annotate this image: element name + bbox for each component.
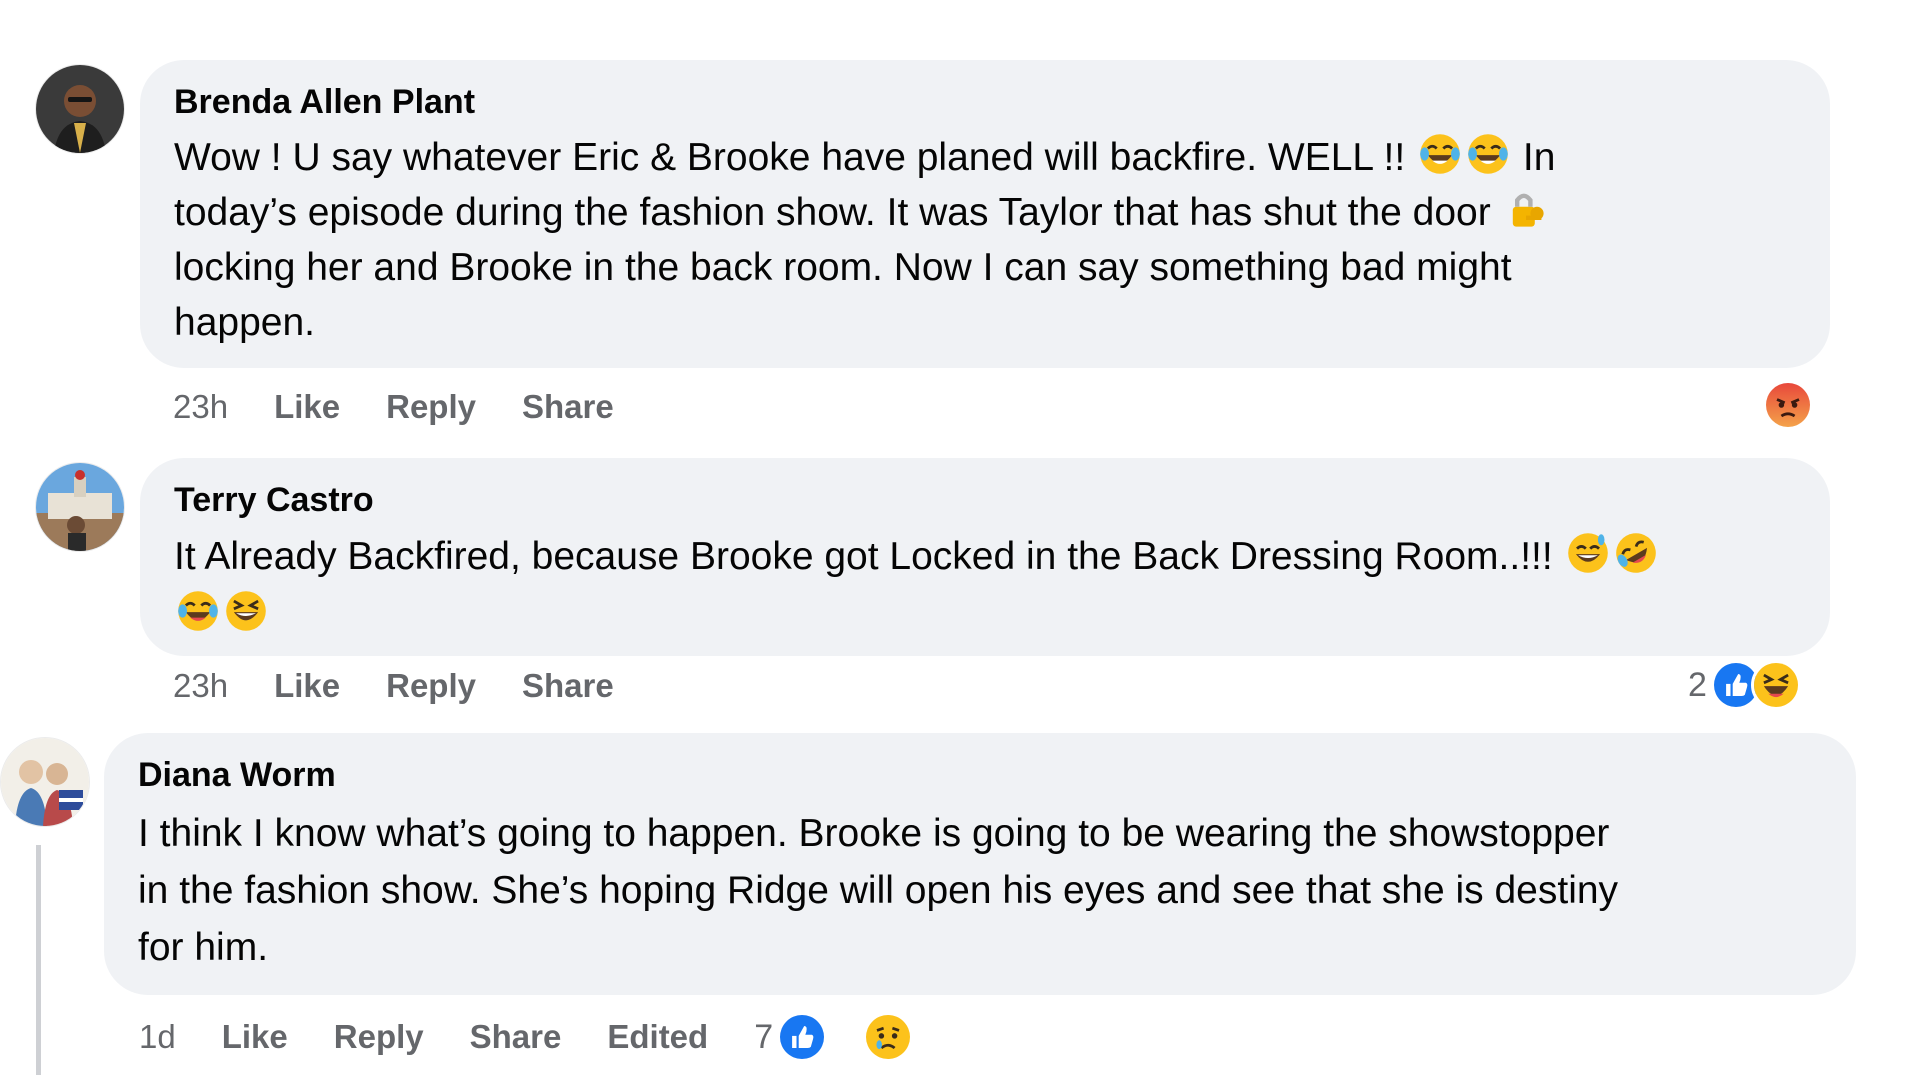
share-button[interactable]: Share: [522, 667, 614, 705]
haha-reaction-icon: [1750, 660, 1801, 710]
reply-button[interactable]: Reply: [334, 1018, 424, 1056]
timestamp-link[interactable]: 1d: [139, 1018, 176, 1056]
reaction-summary[interactable]: 7: [754, 1012, 959, 1062]
like-button[interactable]: Like: [222, 1018, 288, 1056]
lock-with-key-emoji-icon: [1504, 187, 1548, 231]
comment-actions: 1d Like Reply Share Edited 7: [139, 1012, 959, 1062]
like-reaction-icon: [777, 1012, 828, 1062]
comment-actions: 23h Like Reply Share: [173, 667, 660, 705]
reaction-summary[interactable]: [1763, 380, 1813, 430]
comment-text: Wow ! U say whatever Eric & Brooke have …: [174, 130, 1796, 350]
avatar[interactable]: [35, 64, 125, 154]
timestamp-link[interactable]: 23h: [173, 388, 228, 426]
angry-reaction-icon: [1763, 380, 1813, 430]
share-button[interactable]: Share: [470, 1018, 562, 1056]
like-button[interactable]: Like: [274, 667, 340, 705]
reaction-summary[interactable]: 2: [1688, 660, 1801, 710]
reaction-count: 2: [1688, 665, 1707, 704]
comment-actions: 23h Like Reply Share: [173, 388, 660, 426]
comment-text: It Already Backfired, because Brooke got…: [174, 528, 1796, 644]
avatar[interactable]: [0, 737, 90, 827]
reply-button[interactable]: Reply: [386, 388, 476, 426]
comment-bubble: Brenda Allen Plant Wow ! U say whatever …: [140, 60, 1830, 368]
thread-line: [36, 845, 41, 1075]
comment-author[interactable]: Terry Castro: [174, 480, 1796, 520]
comment-author[interactable]: Brenda Allen Plant: [174, 82, 1796, 122]
reply-button[interactable]: Reply: [386, 667, 476, 705]
timestamp-link[interactable]: 23h: [173, 667, 228, 705]
share-button[interactable]: Share: [522, 388, 614, 426]
comment-bubble: Terry Castro It Already Backfired, becau…: [140, 458, 1830, 656]
like-button[interactable]: Like: [274, 388, 340, 426]
tears-of-joy-emoji-icon: [1466, 132, 1510, 176]
sad-reaction-icon: [863, 1012, 914, 1062]
tears-of-joy-emoji-icon: [176, 589, 220, 633]
laughing-squint-emoji-icon: [224, 589, 268, 633]
reaction-count: 7: [754, 1017, 774, 1056]
grinning-sweat-emoji-icon: [1566, 531, 1610, 575]
comment-text: I think I know what’s going to happen. B…: [138, 812, 1619, 969]
comment-author[interactable]: Diana Worm: [138, 755, 1822, 795]
rolling-on-floor-laughing-emoji-icon: [1614, 531, 1658, 575]
edited-label[interactable]: Edited: [607, 1018, 708, 1056]
avatar[interactable]: [35, 462, 125, 552]
tears-of-joy-emoji-icon: [1418, 132, 1462, 176]
comment-bubble: Diana Worm I think I know what’s going t…: [104, 733, 1856, 995]
